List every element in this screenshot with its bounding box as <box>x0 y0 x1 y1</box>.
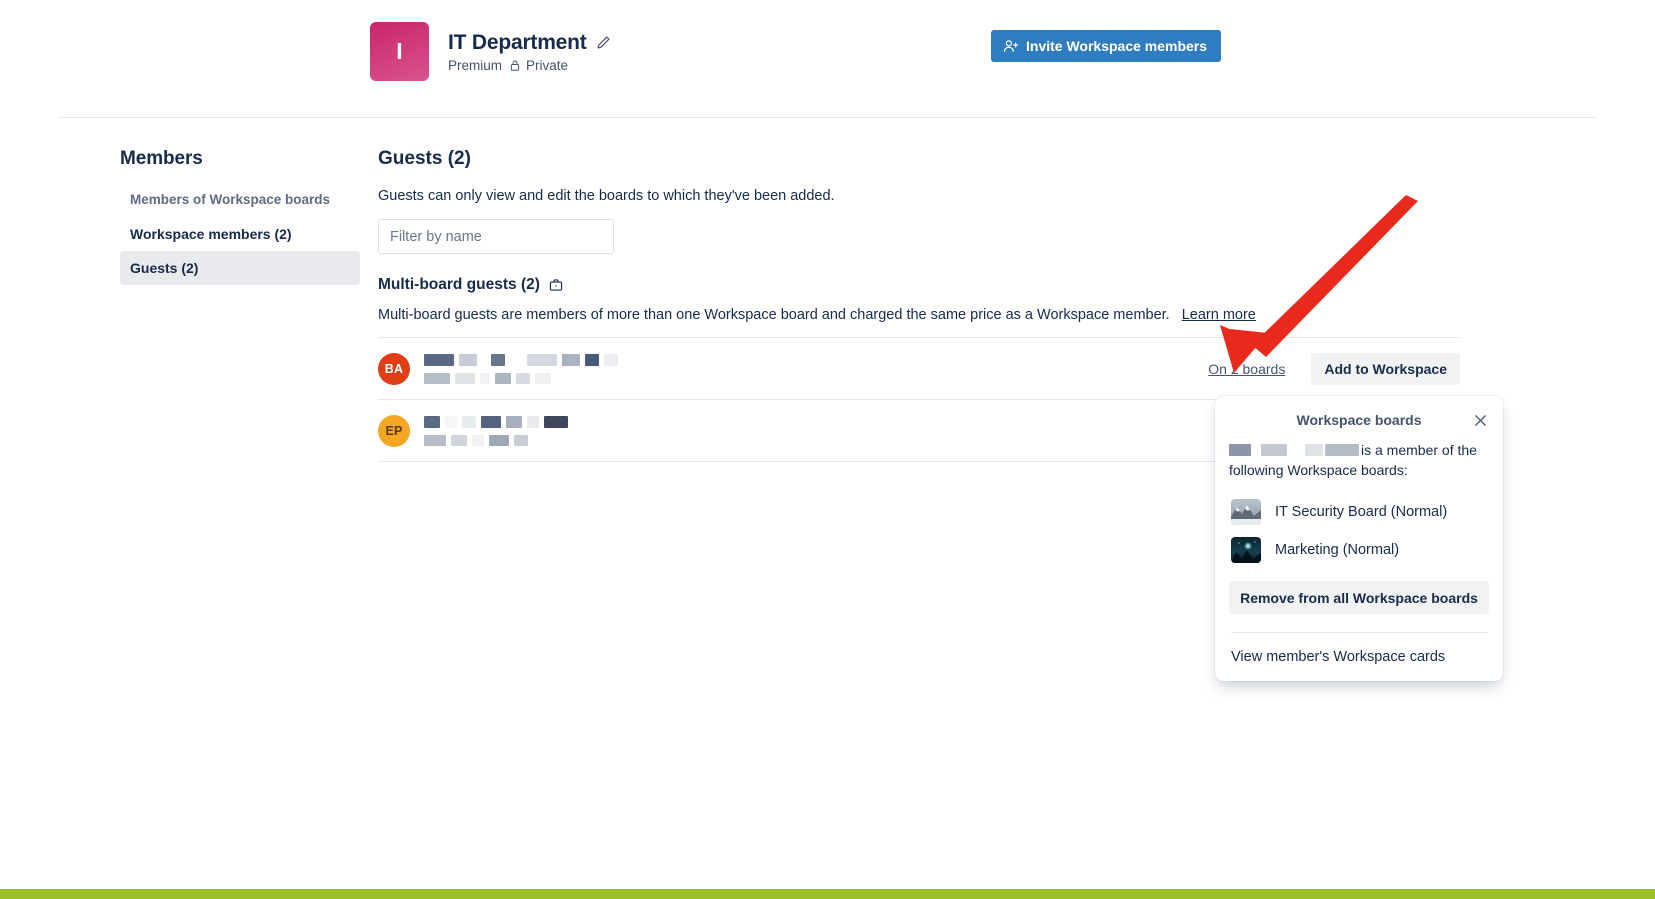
close-icon[interactable] <box>1469 409 1491 431</box>
multi-board-guests-label: Multi-board guests (2) <box>378 276 540 293</box>
workspace-logo: I <box>370 22 429 81</box>
redaction-gap <box>1289 444 1303 456</box>
popover-header: Workspace boards <box>1227 408 1491 440</box>
invite-workspace-members-button[interactable]: Invite Workspace members <box>991 30 1222 62</box>
redaction-block <box>455 372 475 384</box>
redaction-block <box>506 415 522 428</box>
redaction-gap <box>1253 444 1259 456</box>
redaction-block <box>1305 444 1323 456</box>
redaction-block <box>451 434 467 446</box>
on-boards-link[interactable]: On 2 boards <box>1208 361 1285 377</box>
redaction-block <box>424 415 440 428</box>
table-row: BA On 2 boards Add to Workspace <box>378 338 1460 400</box>
redaction-block <box>585 353 599 366</box>
popover-divider <box>1231 632 1487 633</box>
popover-body: is a member of the following Workspace b… <box>1227 440 1491 667</box>
page-title: IT Department <box>448 30 587 54</box>
sidebar-heading: Members <box>120 148 203 169</box>
redaction-block <box>535 372 551 384</box>
popover-title: Workspace boards <box>1296 412 1422 428</box>
sidebar-item-guests[interactable]: Guests (2) <box>120 251 360 285</box>
workspace-boards-popover: Workspace boards is a member of the foll… <box>1215 396 1503 681</box>
redaction-block <box>424 372 450 384</box>
redaction-block <box>1229 444 1251 456</box>
pencil-icon[interactable] <box>596 35 611 50</box>
redaction-block <box>445 415 457 428</box>
board-name: IT Security Board (Normal) <box>1275 504 1448 520</box>
multi-board-guests-description: Multi-board guests are members of more t… <box>378 307 1170 323</box>
redaction-block <box>480 372 490 384</box>
redaction-gap <box>482 353 486 366</box>
redacted-username <box>424 372 1208 384</box>
avatar[interactable]: EP <box>378 414 410 447</box>
row-actions: On 2 boards Add to Workspace <box>1208 352 1460 385</box>
redaction-block <box>544 415 568 428</box>
add-to-workspace-button[interactable]: Add to Workspace <box>1311 352 1460 385</box>
redaction-block <box>514 434 528 446</box>
redaction-block <box>491 353 505 366</box>
sidebar-item-workspace-members[interactable]: Workspace members (2) <box>120 217 360 251</box>
redaction-block <box>1325 444 1359 456</box>
popover-member-description: is a member of the following Workspace b… <box>1229 440 1489 480</box>
avatar[interactable]: BA <box>378 352 410 385</box>
redaction-block <box>489 434 509 446</box>
redaction-block <box>495 372 511 384</box>
view-member-workspace-cards-link[interactable]: View member's Workspace cards <box>1229 647 1489 667</box>
redaction-block <box>481 415 501 428</box>
workspace-title-row: IT Department <box>448 31 611 55</box>
redaction-block <box>527 415 539 428</box>
guests-description: Guests can only view and edit the boards… <box>378 188 835 204</box>
redaction-block <box>424 434 446 446</box>
multi-board-guests-title: Multi-board guests (2) <box>378 276 1460 294</box>
workspace-title-block: IT Department Premium Private <box>448 31 611 73</box>
visibility-label: Private <box>526 57 569 73</box>
board-name: Marketing (Normal) <box>1275 542 1400 558</box>
person-add-icon <box>1003 38 1019 54</box>
guests-section-title: Guests (2) <box>378 148 471 169</box>
list-item[interactable]: Marketing (Normal) <box>1229 531 1489 569</box>
workspace-identity: I IT Department Premium Private <box>370 22 611 81</box>
sidebar: Members Members of Workspace boards Work… <box>120 148 360 462</box>
multi-board-guests-description-row: Multi-board guests are members of more t… <box>378 307 1460 323</box>
redaction-block <box>424 353 454 366</box>
redacted-full-name <box>424 353 1208 366</box>
night-sky-photo-icon <box>1231 537 1261 563</box>
redaction-block <box>516 372 530 384</box>
redaction-gap <box>510 353 522 366</box>
list-item[interactable]: IT Security Board (Normal) <box>1229 493 1489 531</box>
footer-accent-strip <box>0 889 1655 899</box>
redaction-block <box>527 353 557 366</box>
sidebar-section-label: Members of Workspace boards <box>130 192 331 207</box>
learn-more-link[interactable]: Learn more <box>1182 307 1256 323</box>
guest-name-redacted <box>424 353 1208 384</box>
redaction-block <box>562 353 580 366</box>
filter-by-name-input[interactable] <box>378 219 614 254</box>
briefcase-icon <box>549 278 563 292</box>
mountain-photo-icon <box>1231 499 1261 525</box>
redaction-block <box>1261 444 1287 456</box>
lock-icon <box>509 59 521 72</box>
remove-from-all-workspace-boards-button[interactable]: Remove from all Workspace boards <box>1229 581 1489 614</box>
workspace-meta: Premium Private <box>448 58 611 73</box>
redaction-block <box>472 434 484 446</box>
redaction-block <box>459 353 477 366</box>
header-divider <box>58 117 1597 118</box>
redaction-block <box>462 415 476 428</box>
plan-label: Premium <box>448 57 503 73</box>
workspace-header: I IT Department Premium Private Invite W… <box>0 0 1655 118</box>
invite-button-label: Invite Workspace members <box>1026 38 1208 54</box>
redaction-block <box>604 353 618 366</box>
